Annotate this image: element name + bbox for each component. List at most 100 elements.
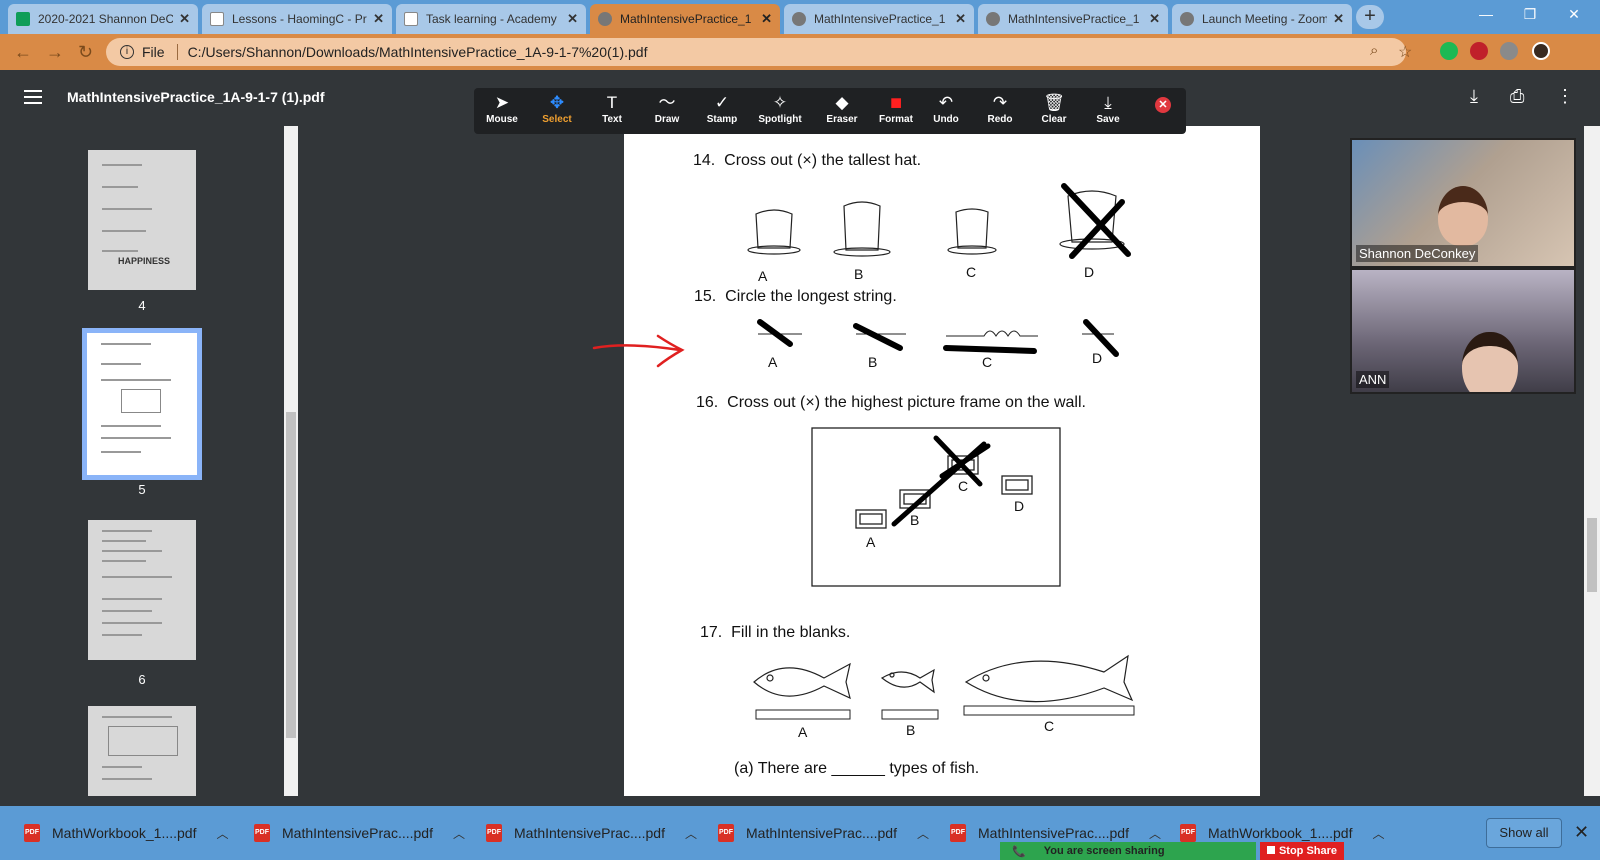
tool-select[interactable]: ✥ Select xyxy=(529,92,585,130)
browser-tab[interactable]: Task learning - Academy ✕ xyxy=(396,4,586,34)
browser-tab[interactable]: Lessons - HaomingC - Pr ✕ xyxy=(202,4,392,34)
tool-draw[interactable]: 〜 Draw xyxy=(639,92,695,130)
page-thumbnail-5[interactable] xyxy=(82,328,202,480)
tool-text[interactable]: T Text xyxy=(584,92,640,130)
close-icon[interactable]: ✕ xyxy=(1149,11,1160,27)
stop-share-button[interactable]: Stop Share xyxy=(1260,842,1344,860)
browser-tab[interactable]: 2020-2021 Shannon DeC ✕ xyxy=(8,4,198,34)
page-thumbnail-6[interactable] xyxy=(88,520,196,660)
star-icon[interactable]: ☆ xyxy=(1398,42,1412,62)
tool-redo[interactable]: ↷ Redo xyxy=(972,92,1028,130)
option-label: B xyxy=(854,266,864,282)
close-window-icon[interactable]: ✕ xyxy=(1552,0,1596,30)
pointer-icon: ➤ xyxy=(494,93,510,112)
browser-tab[interactable]: MathIntensivePractice_1 ✕ xyxy=(978,4,1168,34)
close-icon[interactable]: ✕ xyxy=(567,11,578,27)
tool-save[interactable]: ⤓ Save xyxy=(1080,92,1136,130)
browser-tab[interactable]: Launch Meeting - Zoom ✕ xyxy=(1172,4,1352,34)
picture-frames xyxy=(855,455,1033,529)
more-options-icon[interactable]: ⋮ xyxy=(1556,86,1574,107)
back-icon[interactable]: ← xyxy=(14,42,32,63)
option-label: D xyxy=(1092,350,1103,366)
phone-icon: 📞 xyxy=(1012,845,1026,858)
tool-clear[interactable]: 🗑 Clear xyxy=(1026,92,1082,130)
minimize-icon[interactable]: — xyxy=(1464,0,1508,30)
extension-icon[interactable] xyxy=(1440,42,1458,60)
show-all-button[interactable]: Show all xyxy=(1486,818,1562,848)
page-scrollbar[interactable] xyxy=(1584,126,1600,796)
pdf-icon: PDF xyxy=(1180,824,1196,842)
stop-icon xyxy=(1266,846,1275,854)
tab-title: MathIntensivePractice_1 xyxy=(1008,12,1140,26)
menu-icon[interactable] xyxy=(24,90,42,104)
tool-undo[interactable]: ↶ Undo xyxy=(918,92,974,130)
measuring-bars xyxy=(755,705,1135,720)
tool-stamp[interactable]: ✓ Stamp xyxy=(694,92,750,130)
close-icon[interactable]: ✕ xyxy=(1155,97,1171,113)
browser-tab-active[interactable]: MathIntensivePractice_1 ✕ xyxy=(590,4,780,34)
info-icon[interactable]: i xyxy=(120,45,134,59)
download-item[interactable]: PDF MathWorkbook_1....pdf ︿ xyxy=(24,820,229,846)
download-item[interactable]: PDF MathIntensivePrac....pdf ︿ xyxy=(718,820,929,846)
chevron-up-icon[interactable]: ︿ xyxy=(453,825,465,842)
zoom-icon[interactable]: ⌕ xyxy=(1370,42,1378,59)
draw-icon: 〜 xyxy=(658,93,676,112)
close-icon[interactable]: ✕ xyxy=(1333,11,1344,27)
print-icon[interactable]: ⎙ xyxy=(1510,86,1524,107)
chevron-up-icon[interactable]: ︿ xyxy=(216,825,228,842)
download-icon[interactable]: ⤓ xyxy=(1470,86,1478,107)
format-icon: ■ xyxy=(889,92,903,114)
cross-mark xyxy=(891,435,991,527)
scrollbar-thumb[interactable] xyxy=(286,412,296,738)
chevron-up-icon[interactable]: ︿ xyxy=(685,825,697,842)
doc-icon xyxy=(404,12,418,26)
pdf-icon: PDF xyxy=(254,824,270,842)
downloads-shelf: PDF MathWorkbook_1....pdf ︿ PDF MathIntensi… xyxy=(0,806,1600,860)
annotation-toolbar: ➤ Mouse ✥ Select T Text 〜 Draw ✓ Stamp ✧ Spotl… xyxy=(474,88,1186,134)
tool-mouse[interactable]: ➤ Mouse xyxy=(474,92,530,130)
video-tile-student[interactable]: ANN xyxy=(1350,268,1576,394)
scrollbar-thumb[interactable] xyxy=(1587,518,1597,592)
eraser-icon: ◆ xyxy=(835,93,849,112)
page-thumbnail-7[interactable] xyxy=(88,706,196,796)
pdf-icon: PDF xyxy=(950,824,966,842)
stamp-icon: ✓ xyxy=(714,93,730,112)
save-icon: ⤓ xyxy=(1104,93,1112,112)
video-tile-teacher[interactable]: Shannon DeConkey xyxy=(1350,138,1576,268)
url-text[interactable]: C:/Users/Shannon/Downloads/MathIntensive… xyxy=(188,44,648,60)
chevron-up-icon[interactable]: ︿ xyxy=(1372,825,1384,842)
thumbnail-text: HAPPINESS xyxy=(118,256,171,266)
download-item[interactable]: PDF MathIntensivePrac....pdf ︿ xyxy=(486,820,697,846)
restore-icon[interactable]: ❐ xyxy=(1508,0,1552,30)
question-15: 15. Circle the longest string. xyxy=(694,288,897,305)
new-tab-button[interactable]: + xyxy=(1356,5,1384,29)
globe-icon xyxy=(1180,12,1194,26)
page-thumbnail-4[interactable]: HAPPINESS xyxy=(88,150,196,290)
download-item[interactable]: PDF MathIntensivePrac....pdf ︿ xyxy=(254,820,465,846)
tool-format[interactable]: ■ Format xyxy=(868,92,924,130)
close-icon[interactable]: ✕ xyxy=(179,11,190,27)
sidebar-scrollbar[interactable] xyxy=(284,126,298,796)
string-illustrations xyxy=(758,330,1114,337)
close-icon[interactable]: ✕ xyxy=(1574,822,1589,843)
tab-title: MathIntensivePractice_1 xyxy=(814,12,946,26)
close-icon[interactable]: ✕ xyxy=(373,11,384,27)
forward-icon[interactable]: → xyxy=(46,42,64,63)
close-icon[interactable]: ✕ xyxy=(761,11,772,27)
tool-spotlight[interactable]: ✧ Spotlight xyxy=(752,92,808,130)
page-number: 4 xyxy=(138,298,146,313)
extension-icon[interactable] xyxy=(1500,42,1518,60)
close-icon[interactable]: ✕ xyxy=(955,11,966,27)
screen-sharing-bar[interactable]: 📞 You are screen sharing xyxy=(1000,842,1256,860)
chevron-up-icon[interactable]: ︿ xyxy=(917,825,929,842)
option-label: B xyxy=(906,722,916,738)
tool-eraser[interactable]: ◆ Eraser xyxy=(814,92,870,130)
redo-icon: ↷ xyxy=(992,93,1008,112)
profile-avatar[interactable] xyxy=(1532,42,1550,60)
option-label: A xyxy=(768,354,778,370)
chevron-up-icon[interactable]: ︿ xyxy=(1149,825,1161,842)
reload-icon[interactable]: ↻ xyxy=(78,42,93,63)
browser-tab[interactable]: MathIntensivePractice_1 ✕ xyxy=(784,4,974,34)
address-bar[interactable]: i File C:/Users/Shannon/Downloads/MathIn… xyxy=(106,38,1406,66)
ublock-icon[interactable] xyxy=(1470,42,1488,60)
